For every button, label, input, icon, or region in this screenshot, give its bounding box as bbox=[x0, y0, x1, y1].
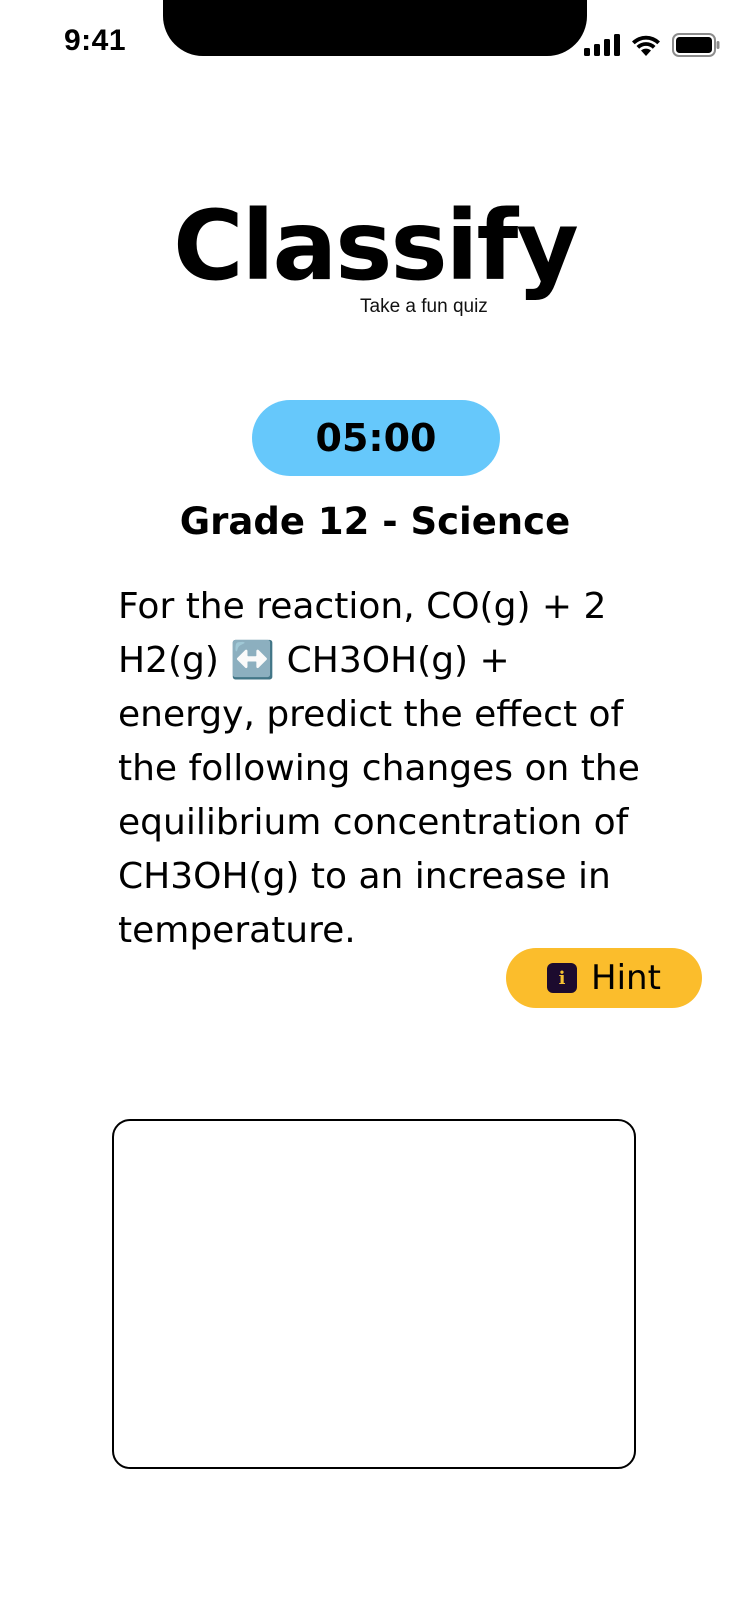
status-icons bbox=[584, 30, 720, 60]
device-notch bbox=[163, 0, 587, 56]
app-tagline: Take a fun quiz bbox=[360, 296, 488, 317]
quiz-title: Grade 12 - Science bbox=[179, 500, 571, 543]
wifi-icon bbox=[632, 35, 660, 56]
hint-button[interactable]: i Hint bbox=[506, 948, 702, 1008]
question-text: For the reaction, CO(g) + 2 H2(g) ↔️ CH3… bbox=[118, 586, 640, 951]
answer-input[interactable] bbox=[112, 1119, 636, 1469]
hint-label: Hint bbox=[591, 958, 661, 998]
info-icon: i bbox=[547, 963, 578, 993]
app-logo: Classify bbox=[173, 190, 579, 302]
battery-icon bbox=[672, 33, 720, 57]
status-time: 9:41 bbox=[64, 24, 127, 57]
signal-icon bbox=[584, 34, 620, 56]
quiz-timer: 05:00 bbox=[252, 400, 500, 476]
